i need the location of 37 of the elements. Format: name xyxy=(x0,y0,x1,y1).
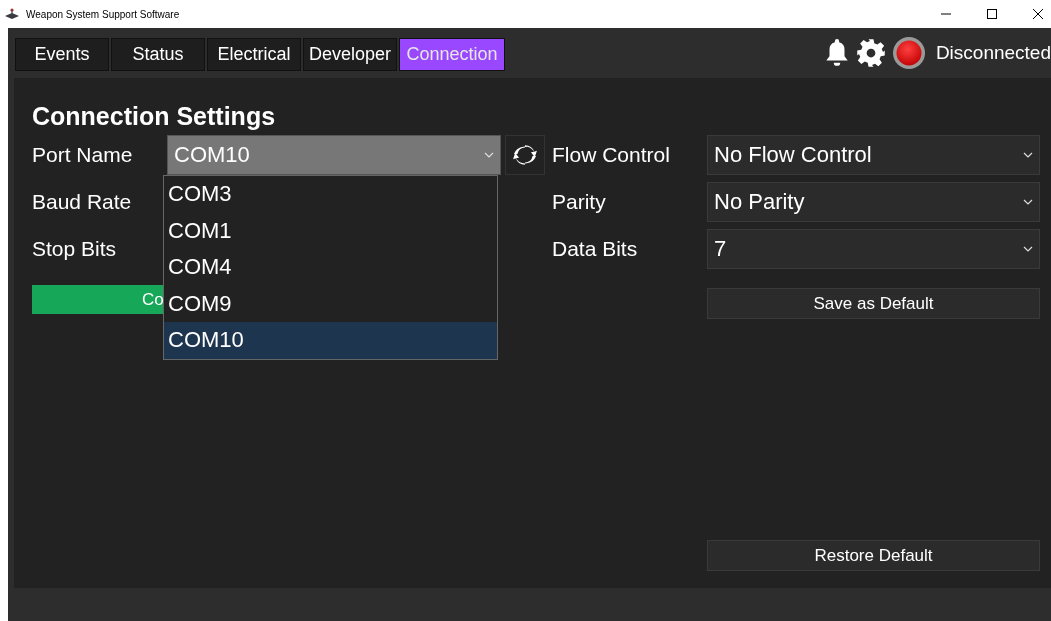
dropdown-item[interactable]: COM3 xyxy=(164,176,497,213)
chevron-icon xyxy=(484,152,494,158)
field-label: Parity xyxy=(552,190,607,214)
field-label: Port Name xyxy=(32,143,134,167)
close-icon[interactable] xyxy=(1033,9,1043,19)
field-label: Baud Rate xyxy=(32,190,133,214)
tab[interactable]: Developer xyxy=(303,38,397,71)
refresh-button[interactable] xyxy=(505,135,545,175)
maximize-icon[interactable] xyxy=(987,9,997,19)
tab[interactable]: Connection xyxy=(399,38,505,71)
save-default-button[interactable]: Save as Default xyxy=(707,288,1040,319)
dropdown-item[interactable]: COM10 xyxy=(164,322,497,359)
tab[interactable]: Electrical xyxy=(207,38,301,71)
select-field[interactable]: No Parity xyxy=(707,182,1040,222)
select-field[interactable]: 7 xyxy=(707,229,1040,269)
settings-icon[interactable] xyxy=(855,38,886,68)
dropdown-item[interactable]: COM1 xyxy=(164,212,497,249)
field-label: Data Bits xyxy=(552,237,639,261)
chevron-icon xyxy=(1023,152,1033,158)
field-label: Stop Bits xyxy=(32,237,118,261)
select-field[interactable]: No Flow Control xyxy=(707,135,1040,175)
dropdown-item[interactable]: COM9 xyxy=(164,285,497,322)
field-label: Flow Control xyxy=(552,143,671,167)
status-indicator-icon xyxy=(891,36,926,70)
joystick-icon xyxy=(4,8,20,20)
restore-default-button[interactable]: Restore Default xyxy=(707,540,1040,571)
chevron-icon xyxy=(1023,246,1033,252)
chevron-icon xyxy=(1023,199,1033,205)
refresh-icon xyxy=(512,142,538,168)
tab[interactable]: Status xyxy=(111,38,205,71)
connection-status: Disconnected xyxy=(935,42,1051,64)
section-heading: Connection Settings xyxy=(32,102,277,131)
bell-icon[interactable] xyxy=(823,38,850,68)
port-combo[interactable]: COM10 xyxy=(167,135,501,175)
window-title: Weapon System Support Software xyxy=(26,8,180,20)
tab[interactable]: Events xyxy=(15,38,109,71)
dropdown-item[interactable]: COM4 xyxy=(164,249,497,286)
